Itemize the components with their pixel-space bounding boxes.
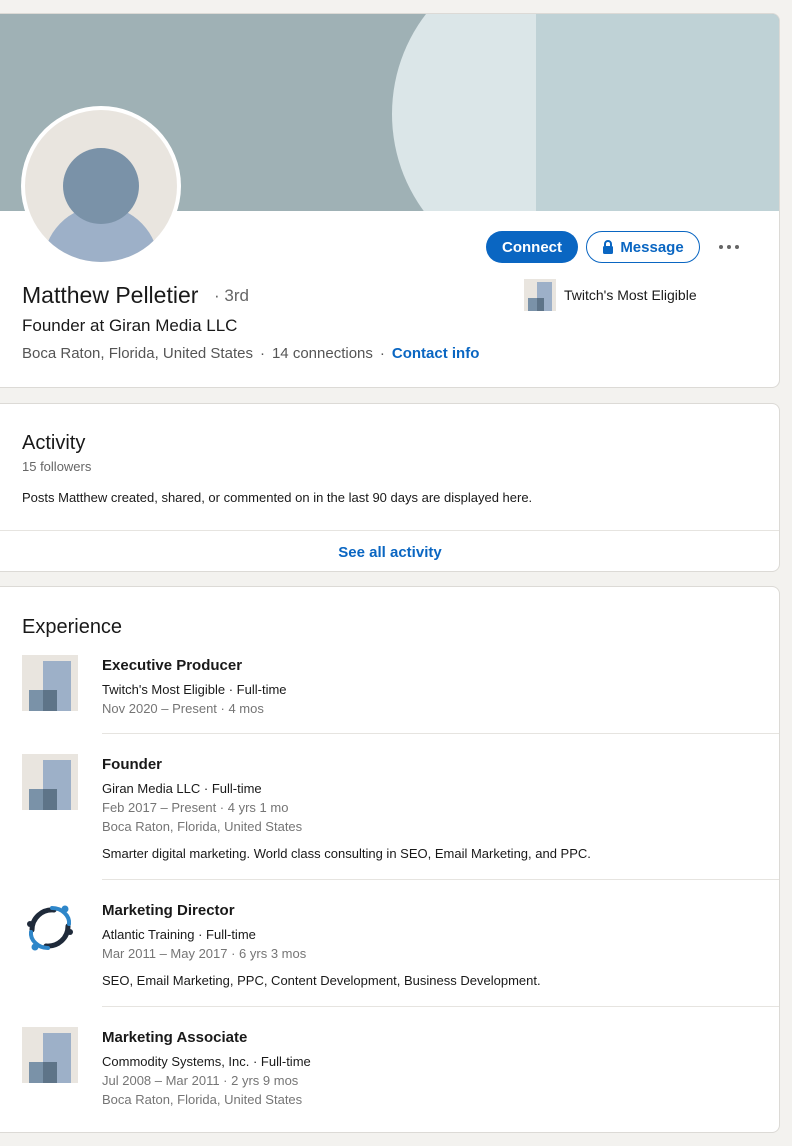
experience-title: Experience <box>22 616 123 638</box>
divider <box>102 879 779 880</box>
profile-headline: Founder at Giran Media LLC <box>22 316 238 335</box>
experience-dates: Mar 2011 – May 2017 · 6 yrs 3 mos <box>102 946 307 961</box>
divider <box>0 530 779 531</box>
experience-section: Experience Executive Producer Twitch's M… <box>0 586 780 1133</box>
experience-company: Commodity Systems, Inc. · Full-time <box>102 1054 311 1069</box>
message-button-label: Message <box>620 238 684 256</box>
activity-title: Activity <box>22 432 86 454</box>
placeholder-company-icon[interactable] <box>22 754 78 810</box>
avatar-placeholder-icon <box>25 110 177 262</box>
followers-count: 15 followers <box>22 459 92 474</box>
activity-section: Activity 15 followers Posts Matthew crea… <box>0 403 780 572</box>
experience-location: Boca Raton, Florida, United States <box>102 1092 303 1107</box>
divider <box>102 733 779 734</box>
placeholder-company-icon[interactable] <box>22 655 78 711</box>
experience-description: SEO, Email Marketing, PPC, Content Devel… <box>102 973 541 988</box>
profile-top-card: Connect Message Matthew Pelletier · 3rd … <box>0 13 780 388</box>
ellipsis-icon <box>719 245 739 249</box>
activity-description: Posts Matthew created, shared, or commen… <box>22 490 533 505</box>
experience-title-text[interactable]: Marketing Director <box>102 902 235 919</box>
experience-dates: Jul 2008 – Mar 2011 · 2 yrs 9 mos <box>102 1073 299 1088</box>
meta-separator: · <box>379 345 385 362</box>
experience-location: Boca Raton, Florida, United States <box>102 819 303 834</box>
experience-title-text[interactable]: Founder <box>102 756 162 773</box>
current-company-name: Twitch's Most Eligible <box>564 287 697 303</box>
experience-dates: Nov 2020 – Present · 4 mos <box>102 701 264 716</box>
connections-count[interactable]: 14 connections <box>272 345 373 362</box>
experience-company: Atlantic Training · Full-time <box>102 927 256 942</box>
experience-title-text[interactable]: Marketing Associate <box>102 1029 247 1046</box>
divider <box>102 1006 779 1007</box>
meta-separator: · <box>259 345 265 362</box>
more-actions-button[interactable] <box>712 236 746 258</box>
profile-avatar[interactable] <box>21 106 181 266</box>
see-all-activity-link[interactable]: See all activity <box>0 532 779 571</box>
contact-info-link[interactable]: Contact info <box>392 345 480 362</box>
experience-dates: Feb 2017 – Present · 4 yrs 1 mo <box>102 800 289 815</box>
connect-button-label: Connect <box>502 238 562 256</box>
experience-company: Twitch's Most Eligible · Full-time <box>102 682 287 697</box>
atlantic-training-logo[interactable] <box>22 900 78 956</box>
connection-degree: · 3rd <box>214 286 249 305</box>
profile-name: Matthew Pelletier <box>22 282 199 308</box>
profile-meta: Boca Raton, Florida, United States · 14 co… <box>22 345 479 362</box>
experience-company: Giran Media LLC · Full-time <box>102 781 262 796</box>
company-placeholder-icon <box>524 279 556 311</box>
experience-description: Smarter digital marketing. World class c… <box>102 846 591 861</box>
profile-location: Boca Raton, Florida, United States <box>22 345 253 362</box>
connect-button[interactable]: Connect <box>486 231 578 263</box>
message-button[interactable]: Message <box>586 231 700 263</box>
lock-icon <box>602 240 614 254</box>
experience-title-text[interactable]: Executive Producer <box>102 657 242 674</box>
current-company-link[interactable]: Twitch's Most Eligible <box>524 279 697 311</box>
placeholder-company-icon[interactable] <box>22 1027 78 1083</box>
